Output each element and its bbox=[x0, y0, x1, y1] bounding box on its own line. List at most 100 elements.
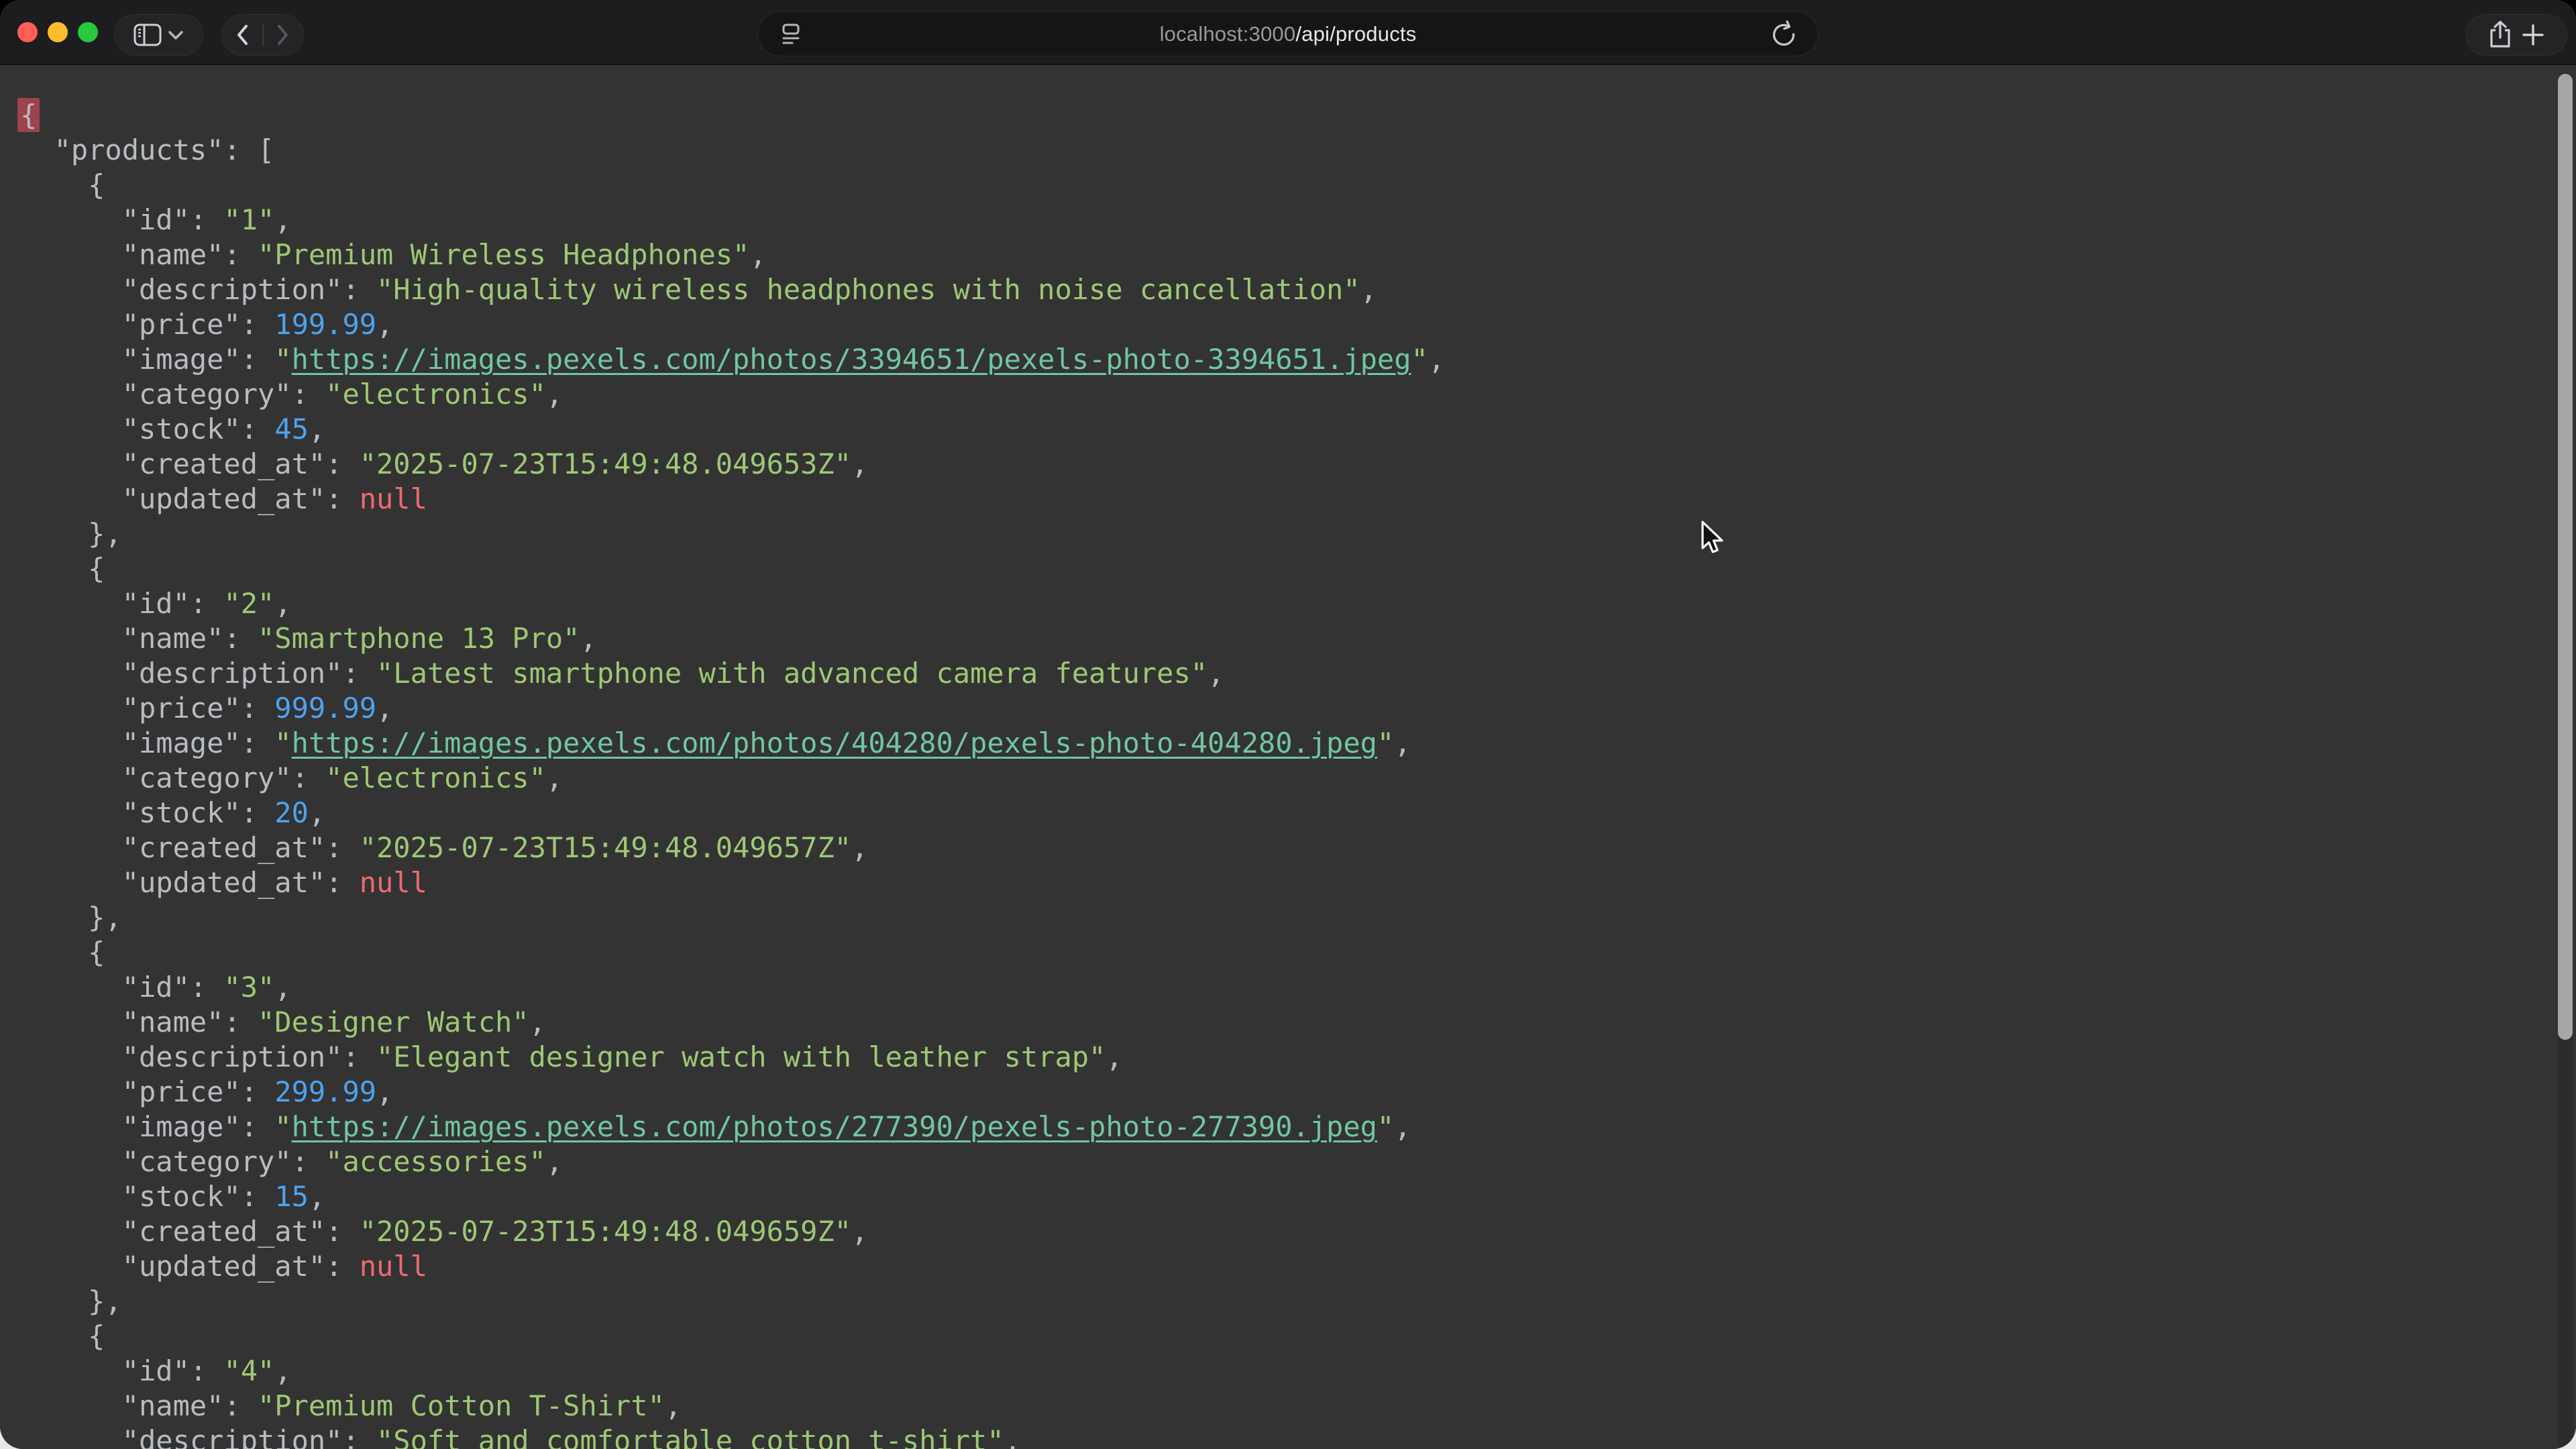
json-line: "image": "https://images.pexels.com/phot… bbox=[20, 726, 2576, 761]
forward-icon bbox=[275, 23, 291, 47]
json-token: "stock": bbox=[20, 1180, 274, 1213]
back-icon bbox=[234, 23, 250, 47]
sidebar-toggle-button[interactable] bbox=[133, 15, 162, 55]
json-token: "Premium Cotton T-Shirt" bbox=[258, 1389, 665, 1422]
json-url-link[interactable]: https://images.pexels.com/photos/404280/… bbox=[292, 727, 1377, 759]
json-line: "price": 299.99, bbox=[20, 1075, 2576, 1110]
json-token: "name": bbox=[20, 1389, 258, 1422]
json-line: "id": "1", bbox=[20, 203, 2576, 237]
json-token: "accessories" bbox=[325, 1145, 546, 1178]
json-line: "category": "accessories", bbox=[20, 1144, 2576, 1179]
reload-button[interactable] bbox=[1769, 19, 1799, 49]
json-line: { bbox=[20, 1319, 2576, 1354]
json-token: , bbox=[580, 622, 596, 655]
json-url-link[interactable]: https://images.pexels.com/photos/3394651… bbox=[292, 343, 1411, 376]
json-token: , bbox=[546, 378, 563, 411]
browser-window: localhost:3000/api/products bbox=[0, 0, 2576, 1449]
json-token: , bbox=[1428, 343, 1445, 376]
json-line: "name": "Premium Wireless Headphones", bbox=[20, 237, 2576, 272]
json-token: , bbox=[665, 1389, 682, 1422]
json-line: { bbox=[20, 168, 2576, 203]
json-token: , bbox=[274, 971, 291, 1004]
json-token: " bbox=[274, 1110, 291, 1143]
json-token: , bbox=[546, 761, 563, 794]
json-token: , bbox=[851, 447, 868, 480]
sidebar-menu-button[interactable] bbox=[167, 15, 184, 55]
sidebar-icon bbox=[133, 23, 162, 47]
json-line: "description": "Soft and comfortable cot… bbox=[20, 1424, 2576, 1449]
json-token: "id": bbox=[20, 971, 223, 1004]
json-token: }, bbox=[20, 1285, 122, 1318]
json-token: "category": bbox=[20, 1145, 325, 1178]
json-token: , bbox=[376, 692, 393, 724]
json-token: }, bbox=[20, 901, 122, 934]
json-token: " bbox=[274, 727, 291, 759]
mouse-cursor bbox=[1700, 521, 1731, 555]
scrollbar-thumb[interactable] bbox=[2558, 74, 2573, 1040]
json-token: "products": [ bbox=[20, 133, 274, 166]
forward-button[interactable] bbox=[264, 15, 304, 55]
json-token: "description": bbox=[20, 1424, 376, 1449]
json-token: , bbox=[529, 1006, 546, 1038]
json-code: { "products": [ { "id": "1", "name": "Pr… bbox=[0, 66, 2576, 1449]
json-token: "image": bbox=[20, 343, 274, 376]
json-line: "name": "Smartphone 13 Pro", bbox=[20, 621, 2576, 656]
json-token: "Smartphone 13 Pro" bbox=[258, 622, 580, 655]
url-text: localhost:3000/api/products bbox=[759, 22, 1817, 46]
json-token: , bbox=[309, 796, 325, 829]
json-token: null bbox=[360, 1250, 427, 1283]
json-line: "updated_at": null bbox=[20, 482, 2576, 517]
json-token: , bbox=[274, 203, 291, 236]
json-line: "stock": 20, bbox=[20, 796, 2576, 830]
json-token: "3" bbox=[223, 971, 274, 1004]
back-button[interactable] bbox=[222, 15, 262, 55]
action-button-group bbox=[2465, 14, 2567, 56]
json-line: "name": "Premium Cotton T-Shirt", bbox=[20, 1389, 2576, 1424]
json-token: "price": bbox=[20, 1075, 274, 1108]
json-line: "updated_at": null bbox=[20, 865, 2576, 900]
reload-icon bbox=[1769, 19, 1799, 49]
json-line: "image": "https://images.pexels.com/phot… bbox=[20, 342, 2576, 377]
json-token: "price": bbox=[20, 692, 274, 724]
close-window-button[interactable] bbox=[17, 22, 38, 42]
json-token: "category": bbox=[20, 378, 325, 411]
json-token: "category": bbox=[20, 761, 325, 794]
json-line: "category": "electronics", bbox=[20, 377, 2576, 412]
minimize-window-button[interactable] bbox=[48, 22, 68, 42]
address-bar[interactable]: localhost:3000/api/products bbox=[758, 11, 1818, 56]
json-token: "name": bbox=[20, 238, 258, 271]
json-token: "2025-07-23T15:49:48.049653Z" bbox=[360, 447, 851, 480]
json-url-link[interactable]: https://images.pexels.com/photos/277390/… bbox=[292, 1110, 1377, 1143]
json-line: "stock": 45, bbox=[20, 412, 2576, 447]
json-line: "category": "electronics", bbox=[20, 761, 2576, 796]
json-token: , bbox=[749, 238, 766, 271]
json-token: "price": bbox=[20, 308, 274, 341]
window-controls bbox=[17, 22, 98, 42]
json-token: , bbox=[376, 308, 393, 341]
json-token: "electronics" bbox=[325, 378, 546, 411]
json-token: "id": bbox=[20, 1354, 223, 1387]
json-token: "Soft and comfortable cotton t-shirt" bbox=[376, 1424, 1004, 1449]
json-token: { bbox=[20, 552, 105, 585]
json-line: "created_at": "2025-07-23T15:49:48.04965… bbox=[20, 1214, 2576, 1249]
json-token: , bbox=[274, 1354, 291, 1387]
share-button[interactable] bbox=[2487, 15, 2514, 55]
browser-toolbar: localhost:3000/api/products bbox=[0, 0, 2576, 65]
json-token: , bbox=[309, 1180, 325, 1213]
json-token: , bbox=[1208, 657, 1224, 690]
json-token: , bbox=[1394, 1110, 1411, 1143]
maximize-window-button[interactable] bbox=[78, 22, 98, 42]
share-icon bbox=[2487, 19, 2514, 50]
json-token: , bbox=[1004, 1424, 1021, 1449]
json-token: "2025-07-23T15:49:48.049659Z" bbox=[360, 1215, 851, 1248]
url-host: localhost:3000 bbox=[1160, 22, 1296, 46]
new-tab-button[interactable] bbox=[2520, 15, 2546, 55]
json-token: , bbox=[851, 831, 868, 864]
json-token: "image": bbox=[20, 1110, 274, 1143]
json-token: "name": bbox=[20, 1006, 258, 1038]
json-token: "updated_at": bbox=[20, 1250, 360, 1283]
json-line: "price": 199.99, bbox=[20, 307, 2576, 342]
json-token: "id": bbox=[20, 203, 223, 236]
json-token: " bbox=[1377, 1110, 1394, 1143]
json-token: "1" bbox=[223, 203, 274, 236]
